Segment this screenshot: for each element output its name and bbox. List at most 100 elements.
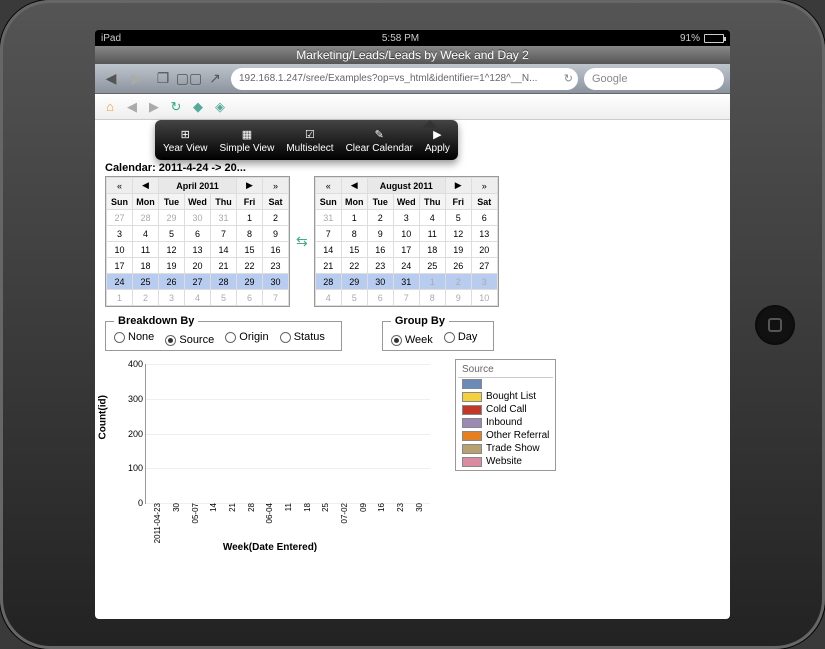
search-field[interactable]: Google	[584, 68, 724, 90]
cal-day[interactable]: 2	[445, 274, 471, 290]
cal-day[interactable]: 31	[211, 210, 237, 226]
cal-day[interactable]: 11	[133, 242, 159, 258]
cal-day[interactable]: 6	[367, 290, 393, 306]
cal-day[interactable]: 2	[133, 290, 159, 306]
cal-day[interactable]: 28	[133, 210, 159, 226]
cal-nav[interactable]: »	[263, 178, 289, 194]
cal-day[interactable]: 21	[315, 258, 341, 274]
cal-day[interactable]: 6	[237, 290, 263, 306]
cal-nav[interactable]: ◀	[133, 178, 159, 194]
cal-nav[interactable]: «	[107, 178, 133, 194]
cal-day[interactable]: 12	[445, 226, 471, 242]
cal-day[interactable]: 30	[367, 274, 393, 290]
cal-day[interactable]: 29	[159, 210, 185, 226]
cal-day[interactable]: 23	[263, 258, 289, 274]
cal-day[interactable]: 17	[107, 258, 133, 274]
cal-day[interactable]: 30	[185, 210, 211, 226]
bookmarks-icon[interactable]: ▢▢	[179, 69, 199, 89]
cal-day[interactable]: 3	[159, 290, 185, 306]
cal-day[interactable]: 15	[341, 242, 367, 258]
cal-day[interactable]: 11	[419, 226, 445, 242]
cal-day[interactable]: 7	[211, 226, 237, 242]
cal-day[interactable]: 5	[159, 226, 185, 242]
cal-day[interactable]: 7	[393, 290, 419, 306]
cal-day[interactable]: 9	[263, 226, 289, 242]
layer-add-icon[interactable]: ◆	[189, 98, 207, 116]
cal-day[interactable]: 5	[341, 290, 367, 306]
url-field[interactable]: 192.168.1.247/sree/Examples?op=vs_html&i…	[231, 68, 578, 90]
simple-view-button[interactable]: ▦Simple View	[213, 124, 280, 158]
cal-day[interactable]: 27	[471, 258, 497, 274]
cal-day[interactable]: 19	[159, 258, 185, 274]
cal-nav[interactable]: ▶	[237, 178, 263, 194]
cal-day[interactable]: 31	[315, 210, 341, 226]
calendar-left[interactable]: «◀April 2011▶»SunMonTueWedThuFriSat27282…	[105, 176, 290, 307]
cal-day[interactable]: 18	[133, 258, 159, 274]
cal-day[interactable]: 28	[315, 274, 341, 290]
cal-day[interactable]: 3	[393, 210, 419, 226]
radio-none[interactable]: None	[114, 331, 154, 343]
radio-day[interactable]: Day	[444, 331, 478, 343]
cal-day[interactable]: 10	[107, 242, 133, 258]
cal-day[interactable]: 8	[341, 226, 367, 242]
reload-icon[interactable]: ↻	[564, 72, 573, 85]
cal-day[interactable]: 3	[471, 274, 497, 290]
cal-day[interactable]: 24	[393, 258, 419, 274]
cal-day[interactable]: 23	[367, 258, 393, 274]
cal-day[interactable]: 8	[419, 290, 445, 306]
cal-day[interactable]: 26	[159, 274, 185, 290]
cal-nav[interactable]: «	[315, 178, 341, 194]
cal-day[interactable]: 6	[471, 210, 497, 226]
cal-day[interactable]: 22	[341, 258, 367, 274]
radio-week[interactable]: Week	[391, 334, 433, 346]
cal-day[interactable]: 8	[237, 226, 263, 242]
cal-day[interactable]: 25	[419, 258, 445, 274]
cal-day[interactable]: 5	[211, 290, 237, 306]
multiselect-button[interactable]: ☑Multiselect	[280, 124, 339, 158]
home-button[interactable]	[755, 305, 795, 345]
pages-icon[interactable]: ❐	[153, 69, 173, 89]
cal-day[interactable]: 5	[445, 210, 471, 226]
cal-day[interactable]: 9	[445, 290, 471, 306]
cal-nav[interactable]: ▶	[445, 178, 471, 194]
layers-icon[interactable]: ◈	[211, 98, 229, 116]
cal-day[interactable]: 27	[107, 210, 133, 226]
cal-day[interactable]: 4	[419, 210, 445, 226]
cal-day[interactable]: 15	[237, 242, 263, 258]
forward-button[interactable]: ▶	[127, 69, 147, 89]
cal-day[interactable]: 13	[471, 226, 497, 242]
cal-day[interactable]: 24	[107, 274, 133, 290]
cal-day[interactable]: 1	[237, 210, 263, 226]
cal-day[interactable]: 4	[315, 290, 341, 306]
clear-calendar-button[interactable]: ✎Clear Calendar	[340, 124, 419, 158]
cal-nav[interactable]: ◀	[341, 178, 367, 194]
cal-day[interactable]: 1	[107, 290, 133, 306]
cal-day[interactable]: 30	[263, 274, 289, 290]
cal-day[interactable]: 6	[185, 226, 211, 242]
cal-day[interactable]: 3	[107, 226, 133, 242]
cal-day[interactable]: 28	[211, 274, 237, 290]
cal-day[interactable]: 4	[185, 290, 211, 306]
home-icon[interactable]: ⌂	[101, 98, 119, 116]
cal-day[interactable]: 19	[445, 242, 471, 258]
cal-day[interactable]: 13	[185, 242, 211, 258]
nav-back-icon[interactable]: ◀	[123, 98, 141, 116]
cal-day[interactable]: 22	[237, 258, 263, 274]
radio-origin[interactable]: Origin	[225, 331, 268, 343]
cal-day[interactable]: 17	[393, 242, 419, 258]
cal-day[interactable]: 18	[419, 242, 445, 258]
cal-day[interactable]: 10	[393, 226, 419, 242]
refresh-icon[interactable]: ↻	[167, 98, 185, 116]
cal-day[interactable]: 20	[471, 242, 497, 258]
cal-day[interactable]: 7	[315, 226, 341, 242]
cal-day[interactable]: 20	[185, 258, 211, 274]
cal-day[interactable]: 2	[367, 210, 393, 226]
nav-fwd-icon[interactable]: ▶	[145, 98, 163, 116]
cal-day[interactable]: 21	[211, 258, 237, 274]
link-icon[interactable]: ⇆	[294, 233, 310, 250]
cal-day[interactable]: 1	[341, 210, 367, 226]
cal-day[interactable]: 10	[471, 290, 497, 306]
cal-day[interactable]: 16	[263, 242, 289, 258]
cal-nav[interactable]: »	[471, 178, 497, 194]
cal-day[interactable]: 7	[263, 290, 289, 306]
